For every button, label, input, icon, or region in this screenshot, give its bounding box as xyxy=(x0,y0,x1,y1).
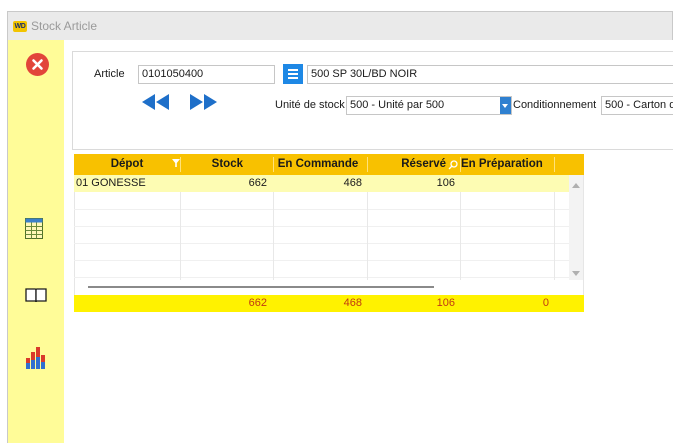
column-header-en-preparation[interactable]: En Préparation xyxy=(461,154,549,175)
packaging-select[interactable]: 500 - Carton d xyxy=(601,96,673,115)
article-list-button[interactable] xyxy=(283,64,303,84)
row-divider xyxy=(74,277,569,278)
row-divider xyxy=(74,226,569,227)
cell-en-commande: 468 xyxy=(343,177,362,189)
search-icon[interactable] xyxy=(448,160,458,170)
windev-logo-icon: WD xyxy=(13,21,27,32)
previous-record-icon[interactable] xyxy=(141,93,171,111)
next-record-icon[interactable] xyxy=(188,93,218,111)
total-reserve: 106 xyxy=(436,297,455,309)
vertical-scrollbar[interactable] xyxy=(569,175,583,280)
row-divider xyxy=(74,260,569,261)
total-stock: 662 xyxy=(248,297,267,309)
total-en-commande: 468 xyxy=(343,297,362,309)
window-title: Stock Article xyxy=(31,19,98,33)
article-description-field[interactable]: 500 SP 30L/BD NOIR xyxy=(307,65,673,84)
column-header-reserve[interactable]: Réservé xyxy=(368,154,446,175)
article-code-field[interactable]: 0101050400 xyxy=(138,65,275,84)
column-header-stock[interactable]: Stock xyxy=(181,154,243,175)
column-header-en-commande[interactable]: En Commande xyxy=(274,154,362,175)
horizontal-scrollbar[interactable] xyxy=(88,286,434,288)
article-label: Article xyxy=(94,68,125,80)
row-divider xyxy=(74,243,569,244)
column-line xyxy=(460,192,461,280)
column-line xyxy=(180,192,181,280)
bar-chart-icon[interactable] xyxy=(25,346,47,370)
column-line xyxy=(367,192,368,280)
chevron-down-icon[interactable] xyxy=(500,97,511,114)
scroll-down-icon[interactable] xyxy=(572,268,580,276)
total-en-preparation: 0 xyxy=(542,297,549,309)
column-divider[interactable] xyxy=(554,157,555,172)
window-titlebar xyxy=(7,11,673,41)
table-grid-icon[interactable] xyxy=(25,218,43,239)
column-line xyxy=(273,192,274,280)
row-divider xyxy=(74,209,569,210)
cell-stock: 662 xyxy=(248,177,267,189)
cell-depot: 01 GONESSE xyxy=(76,177,146,189)
unit-of-stock-select[interactable]: 500 - Unité par 500 xyxy=(346,96,512,115)
column-line xyxy=(554,192,555,280)
left-toolbar xyxy=(8,40,64,443)
cell-reserve: 106 xyxy=(436,177,455,189)
unit-of-stock-label: Unité de stock xyxy=(275,99,345,111)
packaging-label: Conditionnement xyxy=(513,99,597,111)
column-header-depot[interactable]: Dépot xyxy=(74,154,180,175)
scroll-up-icon[interactable] xyxy=(572,180,580,188)
open-book-icon[interactable] xyxy=(25,287,47,303)
close-icon[interactable] xyxy=(26,53,49,76)
